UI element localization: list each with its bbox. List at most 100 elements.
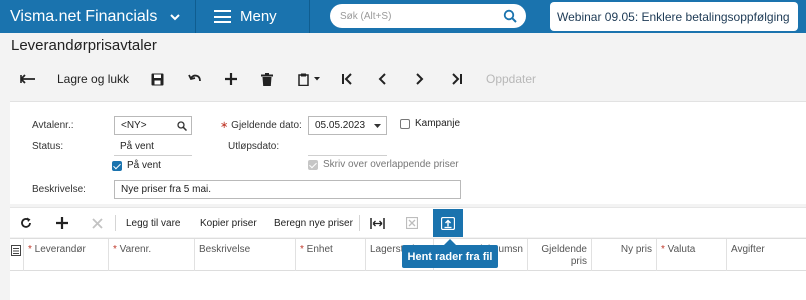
expiry-date-field[interactable] [308,137,387,156]
column-label: Varenr. [119,244,152,255]
column-selector[interactable] [10,239,24,271]
main-toolbar: Lagre og lukk Oppdater [0,62,806,96]
column-header-taxes[interactable]: Avgifter [727,239,806,271]
copy-prices-button[interactable]: Kopier priser [200,208,257,238]
on-hold-checkbox[interactable]: På vent [112,160,161,171]
column-header-unit[interactable]: * Enhet [296,239,366,271]
webinar-banner[interactable]: Webinar 09.05: Enklere betalingsoppfølgi… [550,2,798,31]
column-label: Avgifter [731,244,765,255]
caret-down-icon [313,77,320,81]
last-icon [452,73,462,85]
arrow-left-icon [20,74,35,84]
divider [359,215,360,231]
agreement-number-field[interactable]: <NY> [114,116,192,135]
fit-width-icon [370,217,385,229]
load-from-file-button[interactable] [433,209,463,237]
save-close-button[interactable]: Lagre og lukk [57,70,129,88]
header-form: Avtalenr.: <NY> Status: På vent På vent … [10,101,806,204]
on-hold-label: På vent [127,160,161,171]
calculate-prices-label: Beregn nye priser [274,217,353,229]
save-close-label: Lagre og lukk [57,72,130,86]
previous-record-button[interactable] [374,70,392,88]
chevron-right-icon [416,73,424,85]
refresh-icon [21,217,31,228]
update-label: Oppdater [486,72,537,86]
chevron-left-icon [378,73,386,85]
undo-icon [188,74,201,82]
save-icon [151,73,163,85]
plus-icon [56,217,68,229]
delete-row-button[interactable] [92,208,103,238]
column-header-current-price[interactable]: Gjeldende pris [528,239,592,271]
overwrite-overlapping-checkbox[interactable]: Skriv over overlappende priser [308,159,459,170]
main-menu-button[interactable]: Meny [197,0,310,33]
first-icon [342,73,352,85]
undo-button[interactable] [186,70,204,88]
chevron-down-icon [170,14,180,21]
fit-columns-button[interactable] [370,208,385,238]
overwrite-label: Skriv over overlappende priser [323,159,459,170]
agreement-value: <NY> [121,120,147,131]
first-record-button[interactable] [338,70,356,88]
campaign-label: Kampanje [415,118,461,129]
trash-icon [261,72,273,86]
search-placeholder: Søk (Alt+S) [340,10,392,22]
company-switcher[interactable]: Visma.net Financials [0,0,196,33]
page-title: Leverandørprisavtaler [11,37,157,54]
load-from-file-tooltip: Hent rader fra fil [402,239,498,268]
expiry-date-label: Utløpsdato: [228,141,280,152]
file-icon [11,245,21,256]
status-value: På vent [120,140,154,152]
checkbox-disabled-icon[interactable] [308,159,318,170]
menu-label: Meny [240,8,277,25]
clipboard-icon [297,73,309,86]
effective-date-label: ∗ Gjeldende dato: [220,120,302,131]
search-icon[interactable] [177,121,187,131]
description-field[interactable]: Nye priser fra 5 mai. [114,180,461,199]
caret-down-icon[interactable] [374,124,381,129]
add-row-button[interactable] [56,208,68,238]
top-bar: Visma.net Financials Meny Søk (Alt+S) We… [0,0,806,33]
effective-date-field[interactable]: 05.05.2023 [308,116,387,135]
excel-icon [406,217,418,229]
last-record-button[interactable] [448,70,466,88]
agreement-label: Avtalenr.: [32,120,74,131]
save-button[interactable] [148,70,166,88]
plus-icon [225,73,237,85]
calculate-prices-button[interactable]: Beregn nye priser [274,208,353,238]
back-button[interactable] [18,70,38,88]
column-label: Ny pris [620,244,652,255]
refresh-button[interactable] [20,208,32,238]
export-excel-button[interactable] [406,208,418,238]
description-label: Beskrivelse: [32,184,86,195]
column-header-item[interactable]: * Varenr. [109,239,195,271]
campaign-checkbox[interactable]: Kampanje [400,118,460,129]
checkbox-checked-icon[interactable] [112,160,122,171]
search-icon[interactable] [503,9,517,23]
divider [115,215,116,231]
search-input[interactable]: Søk (Alt+S) [330,4,526,28]
add-item-button[interactable]: Legg til vare [126,208,180,238]
copy-paste-menu[interactable] [295,70,323,88]
tooltip-text: Hent rader fra fil [407,250,493,263]
upload-icon [441,216,455,230]
column-header-supplier[interactable]: * Leverandør [24,239,109,271]
description-value: Nye priser fra 5 mai. [121,184,212,195]
delete-button[interactable] [258,70,276,88]
status-label: Status: [32,141,64,152]
add-item-label: Legg til vare [126,217,181,229]
status-field: På vent [114,137,192,156]
column-header-description[interactable]: Beskrivelse [195,239,296,271]
close-icon [92,217,103,229]
brand-name: Visma.net Financials [10,7,158,25]
checkbox-unchecked-icon[interactable] [400,118,410,129]
column-header-currency[interactable]: * Valuta [657,239,727,271]
next-record-button[interactable] [410,70,428,88]
add-button[interactable] [222,70,240,88]
column-label: Beskrivelse [199,244,251,255]
column-label: Valuta [667,244,696,255]
column-label: Enhet [306,244,333,255]
update-button[interactable]: Oppdater [486,70,536,88]
column-header-new-price[interactable]: Ny pris [592,239,657,271]
effective-date-value: 05.05.2023 [315,120,366,131]
